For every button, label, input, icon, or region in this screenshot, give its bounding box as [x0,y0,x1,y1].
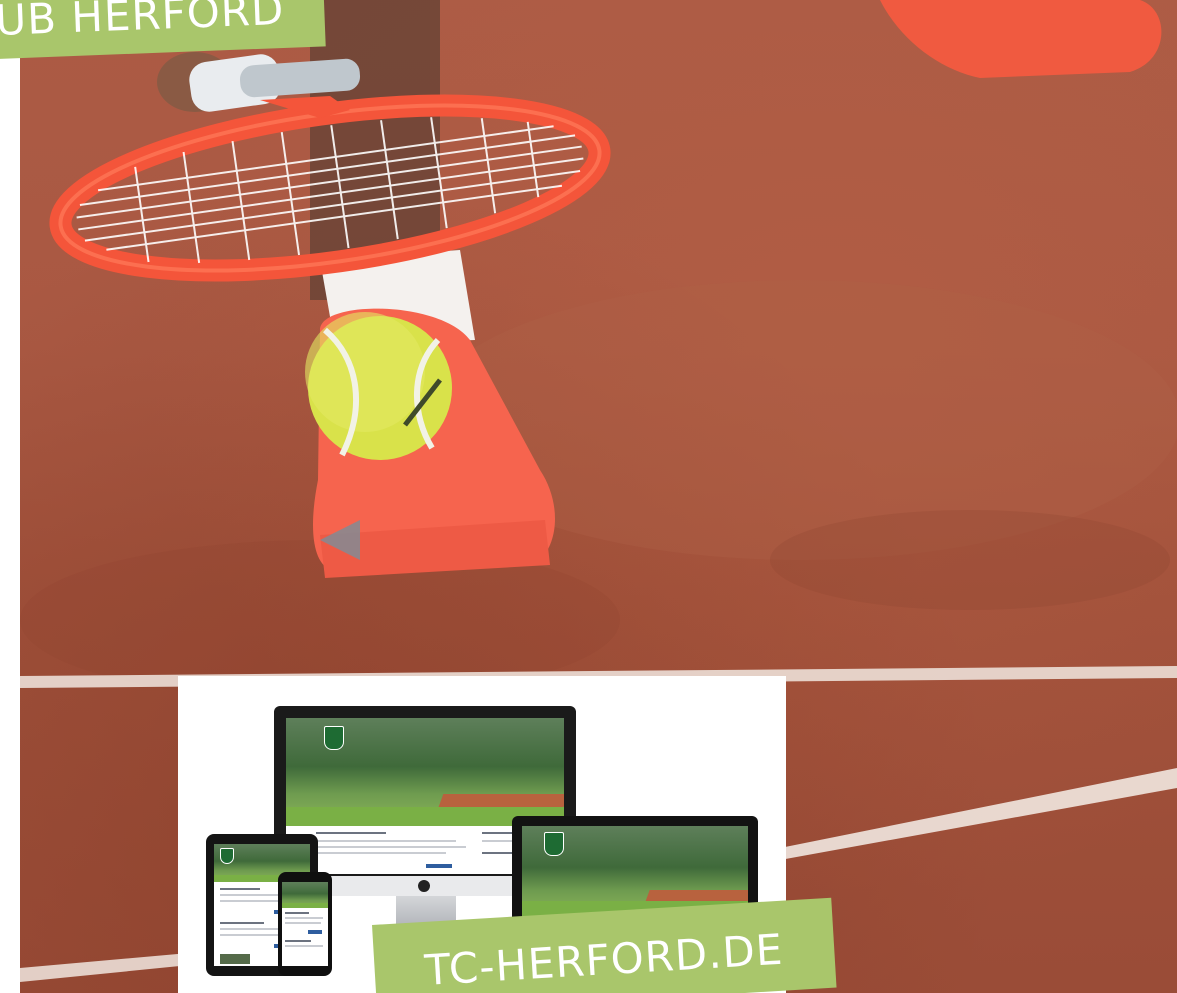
apple-logo-icon [418,880,430,892]
website-url-text: TC-HERFORD.DE [423,924,785,993]
smartphone [278,872,332,976]
club-name-text: UB HERFORD [0,0,286,45]
smartphone-screen [282,882,328,966]
poster: UB HERFORD TC-HERFORD.DE [0,0,1177,993]
